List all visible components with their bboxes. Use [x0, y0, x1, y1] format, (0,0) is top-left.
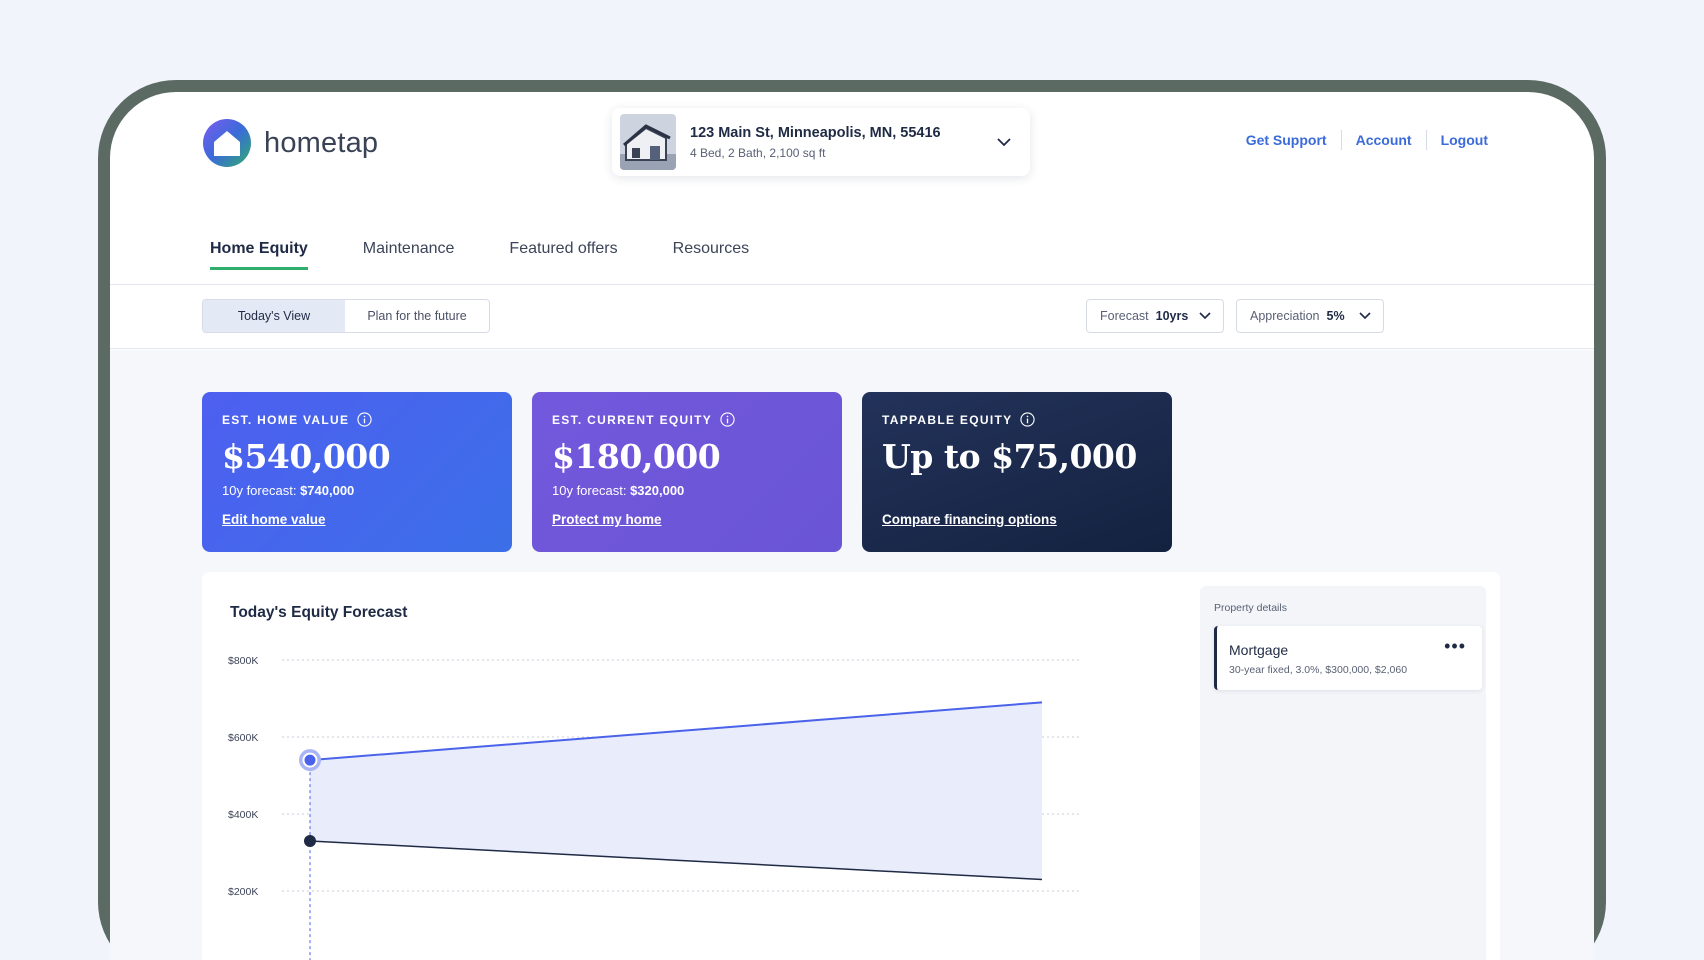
property-details-title: Property details	[1214, 602, 1287, 614]
card-label: EST. CURRENT EQUITY	[552, 412, 713, 427]
home-value-forecast: $740,000	[300, 483, 355, 498]
y-tick-label: $400K	[228, 809, 258, 821]
tab-maintenance[interactable]: Maintenance	[363, 240, 455, 270]
tappable-equity-amount: Up to $75,000	[882, 437, 1137, 476]
account-link[interactable]: Account	[1342, 132, 1426, 148]
mortgage-item[interactable]: Mortgage 30-year fixed, 3.0%, $300,000, …	[1214, 626, 1482, 690]
y-tick-label: $800K	[228, 655, 258, 667]
dashboard-content: EST. HOME VALUE $540,000 10y forecast: $…	[110, 350, 1594, 960]
property-photo	[620, 114, 676, 170]
appreciation-value: 5%	[1326, 309, 1345, 323]
card-label: EST. HOME VALUE	[222, 412, 350, 427]
y-tick-label: $200K	[228, 886, 258, 898]
more-options-icon[interactable]: •••	[1444, 637, 1466, 655]
info-icon[interactable]	[1020, 412, 1036, 427]
equity-area	[310, 702, 1042, 880]
forecast-value: 10yrs	[1155, 309, 1189, 323]
home-value-point	[302, 752, 318, 768]
compare-financing-link[interactable]: Compare financing options	[882, 512, 1057, 527]
appreciation-label: Appreciation	[1250, 309, 1320, 323]
todays-view-button[interactable]: Today's View	[203, 300, 345, 332]
plan-future-button[interactable]: Plan for the future	[345, 300, 489, 332]
property-selector[interactable]: 123 Main St, Minneapolis, MN, 55416 4 Be…	[612, 108, 1030, 176]
tappable-equity-card: TAPPABLE EQUITY Up to $75,000 Compare fi…	[862, 392, 1172, 552]
view-toggle: Today's View Plan for the future	[202, 299, 490, 333]
edit-home-value-link[interactable]: Edit home value	[222, 512, 326, 527]
protect-my-home-link[interactable]: Protect my home	[552, 512, 662, 527]
logout-link[interactable]: Logout	[1427, 132, 1502, 148]
card-label: TAPPABLE EQUITY	[882, 412, 1013, 427]
brand-name: hometap	[264, 126, 379, 159]
current-equity-card: EST. CURRENT EQUITY $180,000 10y forecas…	[532, 392, 842, 552]
top-links: Get Support Account Logout	[1232, 130, 1502, 150]
tab-home-equity[interactable]: Home Equity	[210, 240, 308, 270]
home-value-amount: $540,000	[222, 437, 391, 476]
chart-title: Today's Equity Forecast	[230, 604, 408, 621]
mortgage-balance-point	[304, 834, 316, 847]
current-equity-amount: $180,000	[552, 437, 721, 476]
property-details: 4 Bed, 2 Bath, 2,100 sq ft	[690, 145, 826, 160]
view-toolbar: Today's View Plan for the future Forecas…	[110, 285, 1594, 349]
home-value-card: EST. HOME VALUE $540,000 10y forecast: $…	[202, 392, 512, 552]
tab-featured-offers[interactable]: Featured offers	[509, 240, 617, 270]
app-screen: hometap 123 Main St, Minneapolis, MN, 55…	[110, 92, 1594, 960]
equity-forecast-chart: $800K$600K$400K$200K$0202320242025202620…	[228, 655, 1082, 960]
appreciation-select[interactable]: Appreciation 5%	[1236, 299, 1384, 333]
property-address: 123 Main St, Minneapolis, MN, 55416	[690, 124, 941, 141]
info-icon[interactable]	[720, 412, 735, 427]
chevron-down-icon[interactable]	[994, 132, 1014, 152]
chevron-down-icon	[1199, 312, 1211, 320]
y-tick-label: $600K	[228, 732, 258, 744]
main-tabs: Home Equity Maintenance Featured offers …	[210, 240, 749, 270]
forecast-label: Forecast	[1100, 309, 1149, 323]
forecast-select[interactable]: Forecast 10yrs	[1086, 299, 1224, 333]
equity-forecast-panel: Today's Equity Forecast $800K $600K $400K $…	[202, 572, 1500, 960]
current-equity-forecast: $320,000	[630, 483, 685, 498]
mortgage-title: Mortgage	[1229, 642, 1289, 658]
mortgage-subtitle: 30-year fixed, 3.0%, $300,000, $2,060	[1229, 664, 1408, 676]
get-support-link[interactable]: Get Support	[1232, 132, 1341, 148]
property-details-panel: Property details Mortgage 30-year fixed,…	[1200, 586, 1486, 960]
hometap-logo-icon	[203, 119, 251, 167]
brand-logo[interactable]: hometap	[202, 118, 378, 168]
chevron-down-icon	[1359, 312, 1371, 320]
info-icon[interactable]	[357, 412, 372, 427]
tab-resources[interactable]: Resources	[673, 240, 749, 270]
